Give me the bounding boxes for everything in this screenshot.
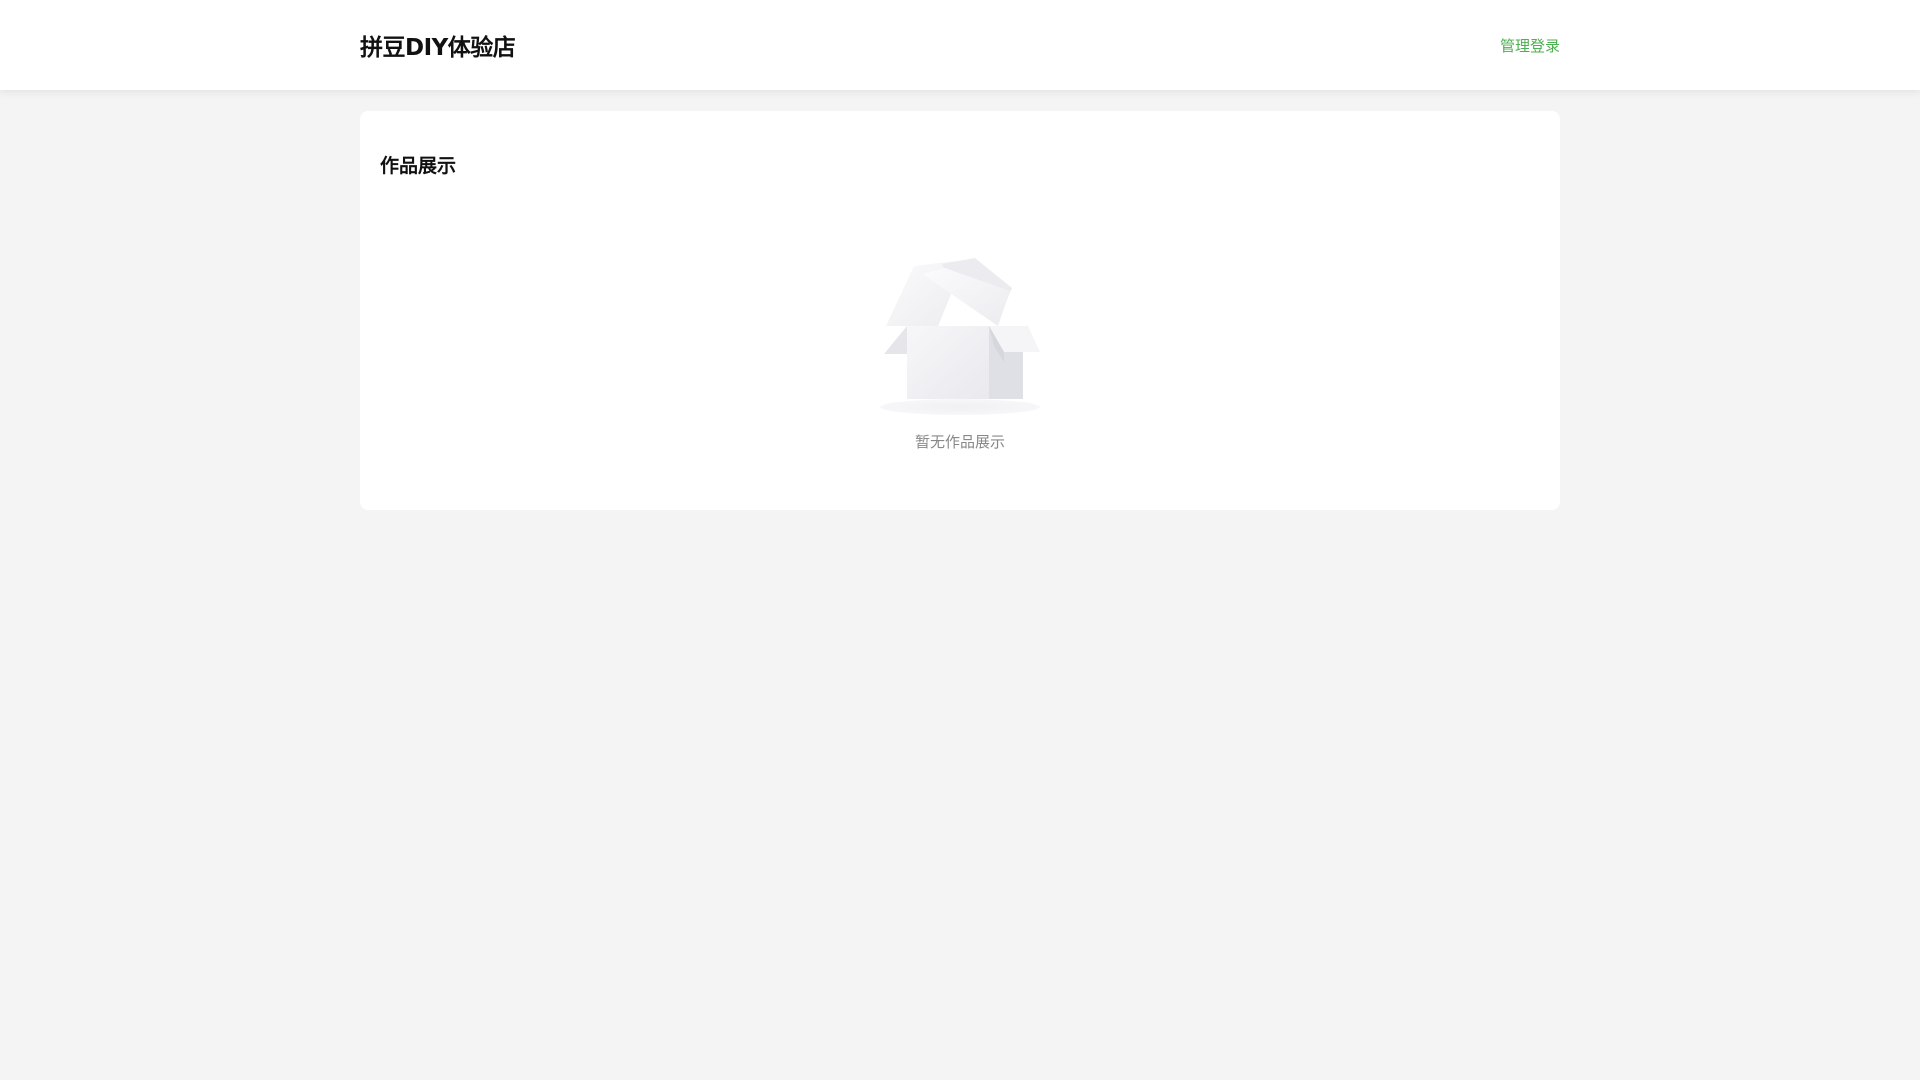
empty-state: 暂无作品展示 [360,246,1560,452]
header-container: 拼豆DIY体验店 管理登录 [360,0,1560,90]
admin-login-link[interactable]: 管理登录 [1500,35,1560,56]
site-title: 拼豆DIY体验店 [360,35,516,61]
section-title: 作品展示 [380,155,457,177]
empty-message: 暂无作品展示 [914,433,1005,451]
top-header: 拼豆DIY体验店 管理登录 [0,0,1920,90]
empty-box-icon [880,258,1040,415]
gallery-card: 作品展示 暂无作品展示 [360,111,1560,510]
